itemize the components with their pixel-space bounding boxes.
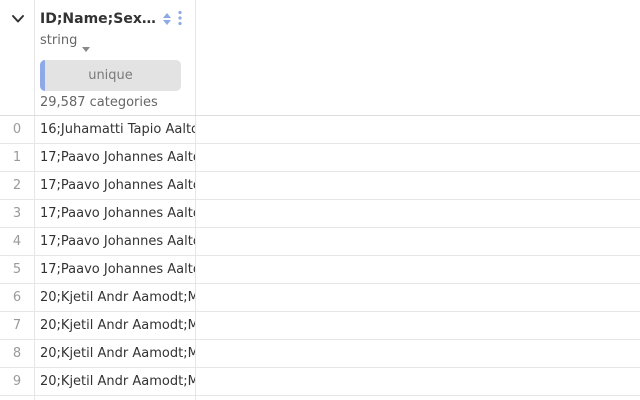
- table-row[interactable]: 3 17;Paavo Johannes Aaltonen;M;28;175;64;…: [0, 200, 640, 228]
- row-index: 1: [12, 150, 22, 165]
- column-title[interactable]: ID;Name;Sex;Age;Height;Weight;Team;NOC;G…: [40, 10, 156, 28]
- chevron-down-icon[interactable]: [9, 10, 27, 28]
- table-cell[interactable]: 17;Paavo Johannes Aaltonen;M;28;175;64;F…: [40, 200, 195, 227]
- categories-count: 29,587 categories: [40, 95, 158, 110]
- row-index: 3: [12, 206, 22, 221]
- row-index: 9: [12, 374, 22, 389]
- column-type-label: string: [40, 33, 78, 48]
- row-index: 5: [12, 262, 22, 277]
- table-cell[interactable]: 20;Kjetil Andr Aamodt;M;20;176;85;Norway…: [40, 284, 195, 311]
- row-index: 7: [12, 318, 22, 333]
- table-cell[interactable]: 17;Paavo Johannes Aaltonen;M;28;175;64;F…: [40, 172, 195, 199]
- table-row[interactable]: 0 16;Juhamatti Tapio Aaltonen;M;28;184;85…: [0, 116, 640, 144]
- table-cell[interactable]: 20;Kjetil Andr Aamodt;M;20;176;85;Norway…: [40, 368, 195, 395]
- table-row[interactable]: 5 17;Paavo Johannes Aaltonen;M;28;175;64;…: [0, 256, 640, 284]
- table-cell[interactable]: 16;Juhamatti Tapio Aaltonen;M;28;184;85;…: [40, 116, 195, 143]
- column-type-dropdown[interactable]: string: [40, 32, 91, 52]
- data-grid: ID;Name;Sex;Age;Height;Weight;Team;NOC;G…: [0, 0, 640, 400]
- table-row[interactable]: 2 17;Paavo Johannes Aaltonen;M;28;175;64;…: [0, 172, 640, 200]
- table-cell[interactable]: 20;Kjetil Andr Aamodt;M;20;176;85;Norway…: [40, 340, 195, 367]
- row-index: 2: [12, 178, 22, 193]
- more-options-icon[interactable]: [177, 10, 183, 26]
- table-cell[interactable]: 17;Paavo Johannes Aaltonen;M;28;175;64;F…: [40, 144, 195, 171]
- table-row[interactable]: 9 20;Kjetil Andr Aamodt;M;20;176;85;Norwa…: [0, 368, 640, 396]
- caret-down-icon: [82, 38, 91, 52]
- row-index: 0: [12, 122, 22, 137]
- row-index: 6: [12, 290, 22, 305]
- unique-label: unique: [88, 68, 133, 83]
- row-index: 8: [12, 346, 22, 361]
- sort-icon[interactable]: [162, 11, 172, 25]
- column-header: ID;Name;Sex;Age;Height;Weight;Team;NOC;G…: [0, 0, 640, 116]
- table-row[interactable]: 1 17;Paavo Johannes Aaltonen;M;28;175;64;…: [0, 144, 640, 172]
- table-row[interactable]: 4 17;Paavo Johannes Aaltonen;M;28;175;64;…: [0, 228, 640, 256]
- table-cell[interactable]: 17;Paavo Johannes Aaltonen;M;28;175;64;F…: [40, 228, 195, 255]
- table-cell[interactable]: 17;Paavo Johannes Aaltonen;M;28;175;64;F…: [40, 256, 195, 283]
- row-index: 4: [12, 234, 22, 249]
- table-row[interactable]: 7 20;Kjetil Andr Aamodt;M;20;176;85;Norwa…: [0, 312, 640, 340]
- table-cell[interactable]: 20;Kjetil Andr Aamodt;M;20;176;85;Norway…: [40, 312, 195, 339]
- table-row[interactable]: 8 20;Kjetil Andr Aamodt;M;20;176;85;Norwa…: [0, 340, 640, 368]
- table-row[interactable]: 6 20;Kjetil Andr Aamodt;M;20;176;85;Norwa…: [0, 284, 640, 312]
- unique-summary-bar[interactable]: unique: [40, 60, 181, 91]
